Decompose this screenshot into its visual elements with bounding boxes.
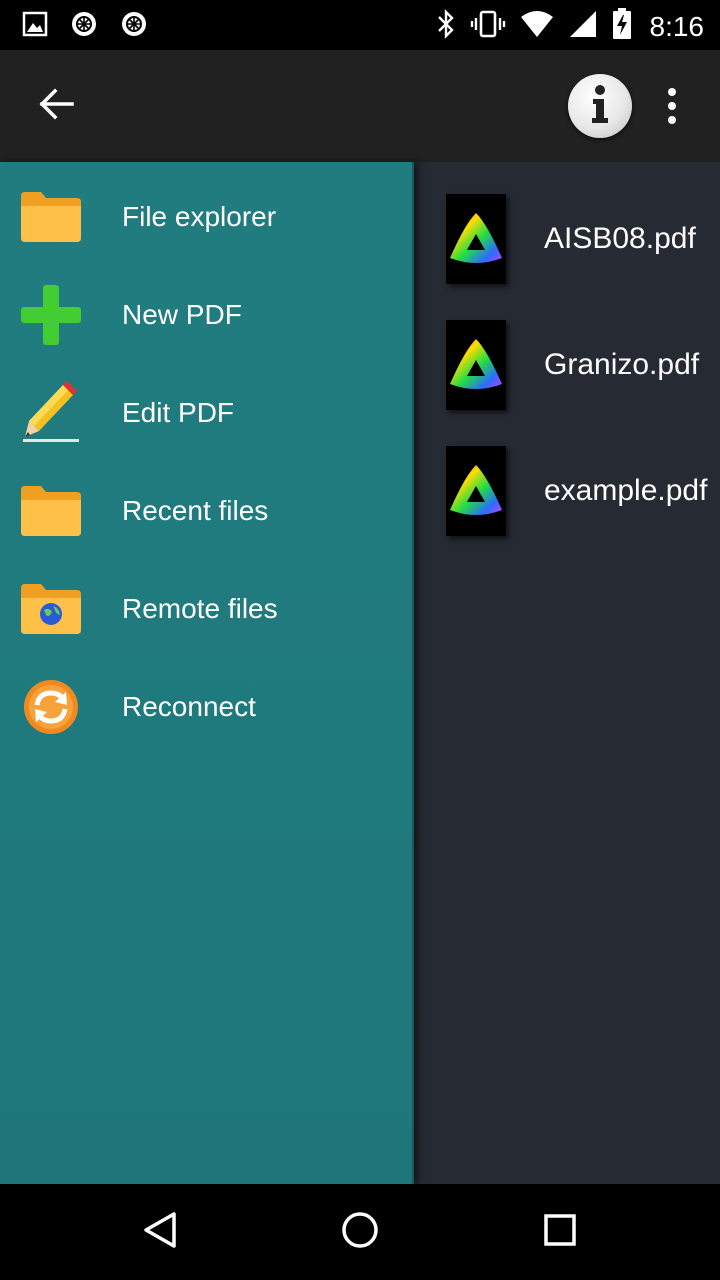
app-bar [0, 50, 720, 162]
info-icon [589, 84, 611, 129]
drawer-item-label: Reconnect [122, 691, 256, 722]
file-row[interactable]: AISB08.pdf [414, 172, 720, 298]
globe-folder-icon [18, 576, 84, 642]
drawer-item-label: New PDF [122, 299, 242, 330]
drawer-item-reconnect[interactable]: Reconnect [0, 658, 414, 756]
more-vert-icon [668, 88, 676, 96]
drawer-item-recent-files[interactable]: Recent files [0, 462, 414, 560]
battery-charging-icon [612, 8, 632, 45]
recents-square-icon [540, 1210, 580, 1255]
nav-home-button[interactable] [336, 1208, 384, 1256]
app-notification-icon [120, 10, 148, 43]
navigation-drawer: File explorer New PDF Edit PDF Recent fi… [0, 162, 414, 1184]
drawer-item-file-explorer[interactable]: File explorer [0, 168, 414, 266]
pencil-icon [18, 380, 84, 446]
drawer-item-edit-pdf[interactable]: Edit PDF [0, 364, 414, 462]
arrow-left-icon [38, 88, 74, 125]
drawer-item-label: Recent files [122, 495, 269, 526]
plus-icon [18, 282, 84, 348]
folder-icon [18, 478, 84, 544]
back-button[interactable] [30, 80, 82, 132]
file-row[interactable]: example.pdf [414, 424, 720, 550]
drawer-item-label: File explorer [122, 201, 277, 232]
file-name: Granizo.pdf [544, 348, 700, 381]
app-notification-icon [70, 10, 98, 43]
drawer-item-new-pdf[interactable]: New PDF [0, 266, 414, 364]
pdf-file-icon [446, 446, 506, 536]
file-list: AISB08.pdf Granizo.pdf example.pdf [414, 162, 720, 1184]
signal-icon [568, 10, 598, 43]
overflow-menu-button[interactable] [652, 80, 692, 132]
back-triangle-icon [140, 1210, 180, 1255]
pdf-file-icon [446, 320, 506, 410]
nav-back-button[interactable] [136, 1208, 184, 1256]
file-name: example.pdf [544, 474, 708, 507]
image-notification-icon [22, 11, 48, 42]
nav-recents-button[interactable] [536, 1208, 584, 1256]
status-time: 8:16 [649, 10, 705, 42]
wifi-icon [520, 10, 554, 43]
folder-icon [18, 184, 84, 250]
home-circle-icon [340, 1210, 380, 1255]
status-bar: 8:16 [0, 0, 720, 50]
file-name: AISB08.pdf [544, 222, 696, 255]
pdf-file-icon [446, 194, 506, 284]
bluetooth-icon [436, 9, 456, 44]
info-button[interactable] [568, 74, 632, 138]
refresh-icon [18, 674, 84, 740]
system-nav-bar [0, 1184, 720, 1280]
drawer-item-label: Edit PDF [122, 397, 235, 428]
vibrate-icon [470, 9, 506, 44]
main-content: AISB08.pdf Granizo.pdf example.pdf File … [0, 162, 720, 1184]
drawer-item-remote-files[interactable]: Remote files [0, 560, 414, 658]
drawer-item-label: Remote files [122, 593, 278, 624]
file-row[interactable]: Granizo.pdf [414, 298, 720, 424]
